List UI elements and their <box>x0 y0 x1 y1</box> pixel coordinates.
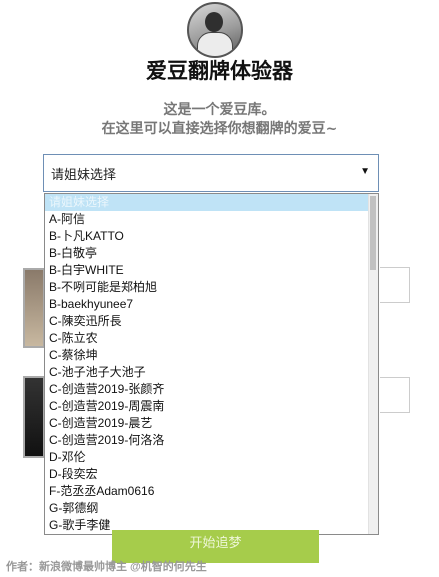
dropdown-option[interactable]: C-陳奕迅所長 <box>45 313 378 330</box>
dropdown-option[interactable]: A-阿信 <box>45 211 378 228</box>
list-scrollbar[interactable] <box>368 194 378 534</box>
dropdown-option[interactable]: C-池子池子大池子 <box>45 364 378 381</box>
author-credit: 作者：新浪微博最帅博主 @机智的何先生 <box>6 561 207 573</box>
idol-select-value: 请姐妹选择 <box>51 166 117 182</box>
dropdown-option[interactable]: B-白宇WHITE <box>45 262 378 279</box>
avatar-head-shape <box>205 12 223 32</box>
page-title: 爱豆翻牌体验器 <box>146 58 293 83</box>
dropdown-option[interactable]: 请姐妹选择 <box>45 194 378 211</box>
options-container: 请姐妹选择 A-阿信 B-卜凡KATTO B-白敬亭 B-白宇WHITE B-不咧可能是郑… <box>45 194 378 534</box>
dropdown-option[interactable]: C-创造营2019-周震南 <box>45 398 378 415</box>
dropdown-arrow-icon[interactable]: ▼ <box>360 166 370 177</box>
dropdown-option[interactable]: G-郭德纲 <box>45 500 378 517</box>
card-thumbnail <box>23 268 45 348</box>
avatar <box>187 2 243 58</box>
dropdown-option[interactable]: B-baekhyunee7 <box>45 296 378 313</box>
card-input[interactable] <box>380 377 410 413</box>
list-scrollbar-thumb[interactable] <box>370 196 376 270</box>
idol-options-list[interactable]: 请姐妹选择 A-阿信 B-卜凡KATTO B-白敬亭 B-白宇WHITE B-不咧可能是郑… <box>44 193 379 535</box>
card-thumbnail <box>23 376 45 458</box>
subtitle-line-2: 在这里可以直接选择你想翻牌的爱豆~ <box>101 121 338 137</box>
idol-select[interactable]: 请姐妹选择 ▼ <box>43 154 379 192</box>
dropdown-option[interactable]: D-邓伦 <box>45 449 378 466</box>
dropdown-option[interactable]: B-卜凡KATTO <box>45 228 378 245</box>
card-input[interactable] <box>380 267 410 303</box>
dropdown-option[interactable]: C-陈立农 <box>45 330 378 347</box>
dropdown-option[interactable]: C-创造营2019-何洛洛 <box>45 432 378 449</box>
dropdown-option[interactable]: B-白敬亭 <box>45 245 378 262</box>
subtitle-line-1: 这是一个爱豆库。 <box>163 102 276 118</box>
dropdown-option[interactable]: C-蔡徐坤 <box>45 347 378 364</box>
dropdown-option[interactable]: C-创造营2019-张颜齐 <box>45 381 378 398</box>
dropdown-option[interactable]: F-范丞丞Adam0616 <box>45 483 378 500</box>
dropdown-option[interactable]: D-段奕宏 <box>45 466 378 483</box>
dropdown-option[interactable]: C-创造营2019-晨艺 <box>45 415 378 432</box>
dropdown-option[interactable]: B-不咧可能是郑柏旭 <box>45 279 378 296</box>
